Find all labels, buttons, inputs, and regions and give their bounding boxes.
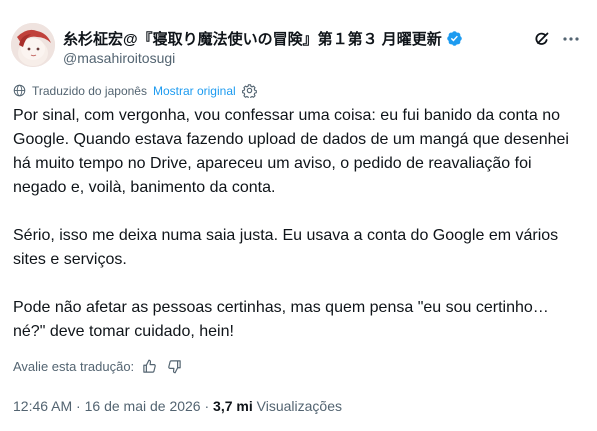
tweet-date[interactable]: 16 de mai de 2026 [85, 398, 201, 414]
views-count[interactable]: 3,7 mi [213, 398, 253, 414]
globe-icon [13, 84, 26, 97]
thumbs-up-icon[interactable] [142, 359, 157, 374]
author-handle[interactable]: @masahiroitosugi [63, 50, 175, 66]
thumbs-down-icon[interactable] [167, 359, 182, 374]
verified-badge-icon[interactable] [446, 30, 463, 47]
meta-separator: · [76, 398, 81, 414]
views-label[interactable]: Visualizações [257, 398, 342, 414]
tweet-text: Por sinal, com vergonha, vou confessar u… [13, 104, 583, 368]
tweet-time[interactable]: 12:46 AM [13, 398, 72, 414]
translation-notice: Traduzido do japonês Mostrar original [13, 83, 257, 98]
translation-label: Traduzido do japonês [32, 83, 147, 98]
tweet-paragraph: Sério, isso me deixa numa saia justa. Eu… [13, 227, 559, 268]
meta-separator: · [204, 398, 210, 414]
gear-icon[interactable] [241, 83, 257, 98]
tweet-meta: 12:46 AM · 16 de mai de 2026 · 3,7 mi Vi… [13, 398, 342, 414]
avatar[interactable] [11, 23, 55, 67]
rate-translation: Avalie esta tradução: [13, 359, 182, 374]
author-display-name[interactable]: 糸杉柾宏@『寝取り魔法使いの冒険』第１第３ 月曜更新 [63, 28, 442, 49]
more-icon[interactable] [561, 29, 581, 49]
tweet-paragraph: Pode não afetar as pessoas certinhas, ma… [13, 299, 549, 340]
rate-translation-label: Avalie esta tradução: [13, 359, 135, 374]
grok-icon[interactable] [532, 29, 552, 49]
author-name-row: 糸杉柾宏@『寝取り魔法使いの冒険』第１第３ 月曜更新 [63, 28, 463, 49]
tweet-paragraph: Por sinal, com vergonha, vou confessar u… [13, 107, 569, 196]
show-original-link[interactable]: Mostrar original [153, 84, 236, 98]
